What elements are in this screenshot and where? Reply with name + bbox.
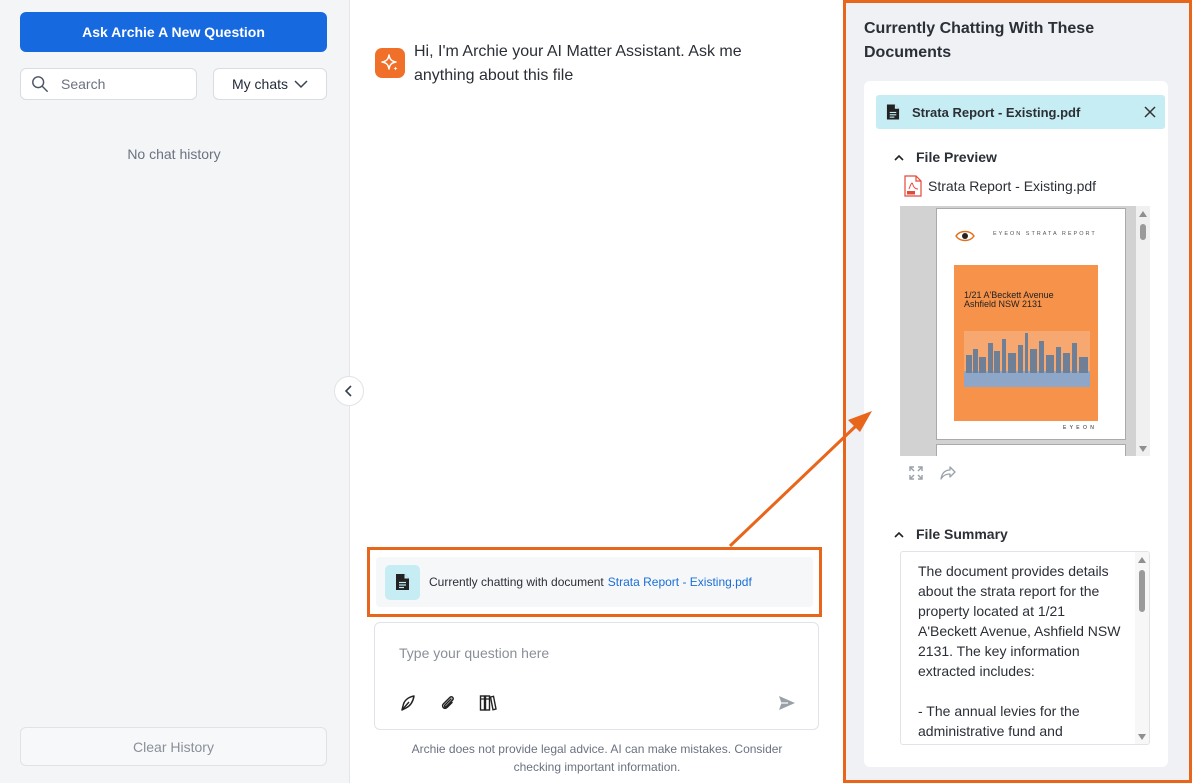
pdf-page: EYEON STRATA REPORT 1/21 A'Beckett Avenu… [936,208,1126,440]
eye-logo-icon [955,230,975,242]
active-file-chip: Strata Report - Existing.pdf [876,95,1165,129]
page-footer-logo: E Y E O N [1063,425,1095,431]
message-composer [374,622,819,730]
chevron-down-icon [294,80,308,89]
empty-history-text: No chat history [127,146,221,162]
my-chats-label: My chats [231,76,288,92]
document-icon [396,574,409,590]
cover-block: 1/21 A'Beckett Avenue Ashfield NSW 2131 [954,265,1098,421]
active-file-name: Strata Report - Existing.pdf [912,104,1081,120]
documents-panel: Currently Chatting With These Documents … [843,0,1192,783]
scroll-up-icon[interactable] [1138,557,1146,563]
legal-disclaimer: Archie does not provide legal advice. AI… [411,742,783,774]
my-chats-dropdown[interactable]: My chats [213,68,327,100]
ask-new-question-button[interactable]: Ask Archie A New Question [20,12,327,52]
chevron-up-icon [894,154,904,161]
scroll-down-icon[interactable] [1139,446,1147,452]
document-icon [886,104,900,120]
clear-history-button[interactable]: Clear History [20,727,327,766]
file-preview-toggle[interactable]: File Preview [894,149,997,165]
search-box[interactable] [20,68,197,100]
assistant-greeting: Hi, I'm Archie your AI Matter Assistant.… [414,43,742,84]
expand-icon[interactable] [908,465,924,481]
app: Ask Archie A New Question My chats No ch… [0,0,1193,783]
summary-scrollbar[interactable] [1135,552,1149,744]
file-summary-toggle[interactable]: File Summary [894,526,1008,542]
file-summary-heading: File Summary [916,526,1008,542]
document-chip [385,564,420,600]
search-icon [32,76,48,92]
search-input[interactable] [61,76,181,92]
document-card: Strata Report - Existing.pdf File Previe… [864,81,1168,767]
banner-text: Currently chatting with document [429,575,604,589]
pen-icon [401,695,415,711]
summary-scroll-thumb[interactable] [1139,570,1145,612]
sidebar: Ask Archie A New Question My chats No ch… [0,0,350,783]
collapse-sidebar-button[interactable] [334,376,364,406]
share-icon[interactable] [940,465,956,481]
scroll-down-icon[interactable] [1138,734,1146,740]
file-summary-box[interactable]: The document provides details about the … [900,551,1150,745]
file-preview-heading: File Preview [916,149,997,165]
attach-button[interactable] [438,693,458,713]
cover-address-line2: Ashfield NSW 2131 [964,299,1043,309]
library-button[interactable] [478,693,498,713]
preview-file-row: Strata Report - Existing.pdf [904,175,1096,197]
question-input[interactable] [399,645,779,661]
send-button[interactable] [777,693,797,713]
current-document-banner: Currently chatting with document Strata … [367,547,822,617]
banner-document-link[interactable]: Strata Report - Existing.pdf [608,575,752,589]
pen-button[interactable] [398,693,418,713]
current-document-row: Currently chatting with document Strata … [376,557,813,607]
preview-file-name: Strata Report - Existing.pdf [928,178,1097,194]
close-icon[interactable] [1143,105,1157,119]
preview-scrollbar[interactable] [1136,206,1150,456]
file-summary-text: The document provides details about the … [918,563,1121,739]
pdf-preview[interactable]: EYEON STRATA REPORT 1/21 A'Beckett Avenu… [900,206,1150,456]
library-icon [479,695,497,711]
pdf-next-page [936,444,1126,456]
cover-address: 1/21 A'Beckett Avenue Ashfield NSW 2131 [964,291,1054,309]
chevron-left-icon [344,385,352,397]
assistant-avatar [375,48,405,78]
chevron-up-icon [894,531,904,538]
pdf-file-icon [904,175,922,197]
scroll-up-icon[interactable] [1139,211,1147,217]
sparkle-icon [381,54,398,71]
send-icon [779,696,795,710]
page-brand: EYEON STRATA REPORT [993,231,1097,237]
preview-scroll-thumb[interactable] [1140,224,1146,240]
skyline-image [964,331,1090,387]
paperclip-icon [441,696,454,710]
panel-title: Currently Chatting With These Documents [864,20,1095,61]
